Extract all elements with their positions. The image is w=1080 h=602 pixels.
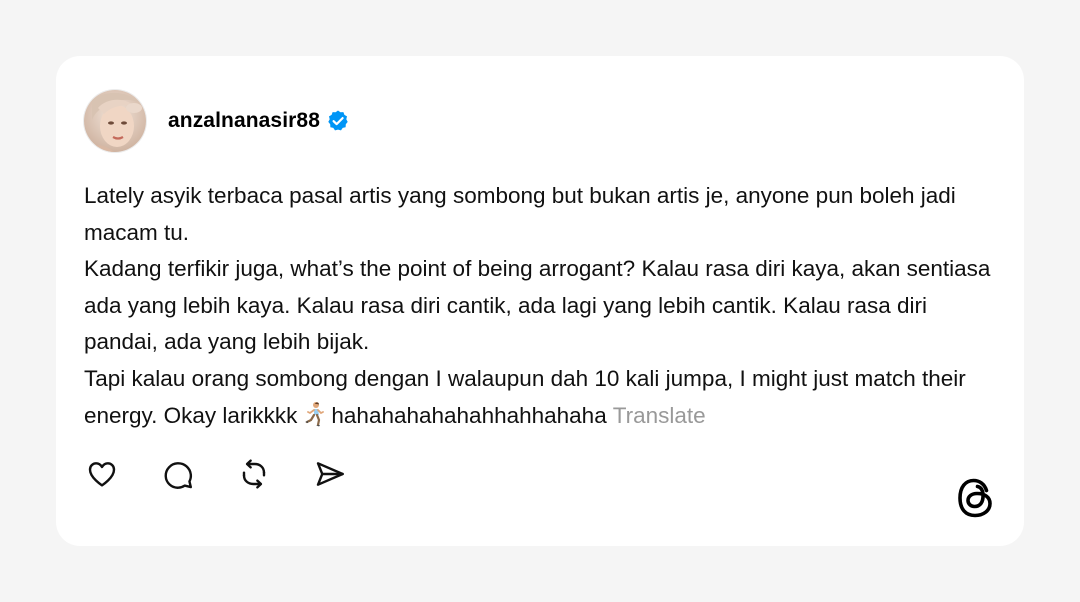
threads-logo-icon (956, 476, 996, 520)
share-button[interactable] (312, 456, 348, 492)
post-paragraph-3-tail: hahahahahahahhahhahaha (331, 402, 607, 428)
post-paragraph-2: Kadang terfikir juga, what’s the point o… (84, 256, 991, 355)
verified-badge-icon (326, 109, 350, 133)
post-body: Lately asyik terbaca pasal artis yang so… (84, 178, 994, 434)
post-header: anzalnanasir88 (84, 90, 350, 152)
post-paragraph-3: Tapi kalau orang sombong dengan I walaup… (84, 361, 994, 434)
post-paragraph-1: Lately asyik terbaca pasal artis yang so… (84, 183, 956, 245)
avatar[interactable] (84, 90, 146, 152)
like-button[interactable] (84, 456, 120, 492)
heart-icon (88, 462, 116, 487)
repost-button[interactable] (236, 456, 272, 492)
comment-icon (164, 462, 193, 489)
post-card: anzalnanasir88 Lately asyik terbaca pasa… (56, 56, 1024, 546)
running-woman-emoji (301, 401, 327, 427)
post-actions (84, 456, 388, 492)
username[interactable]: anzalnanasir88 (168, 109, 320, 133)
repost-icon (242, 459, 266, 489)
send-icon (316, 462, 344, 486)
comment-button[interactable] (160, 456, 196, 492)
translate-link[interactable]: Translate (613, 403, 706, 428)
